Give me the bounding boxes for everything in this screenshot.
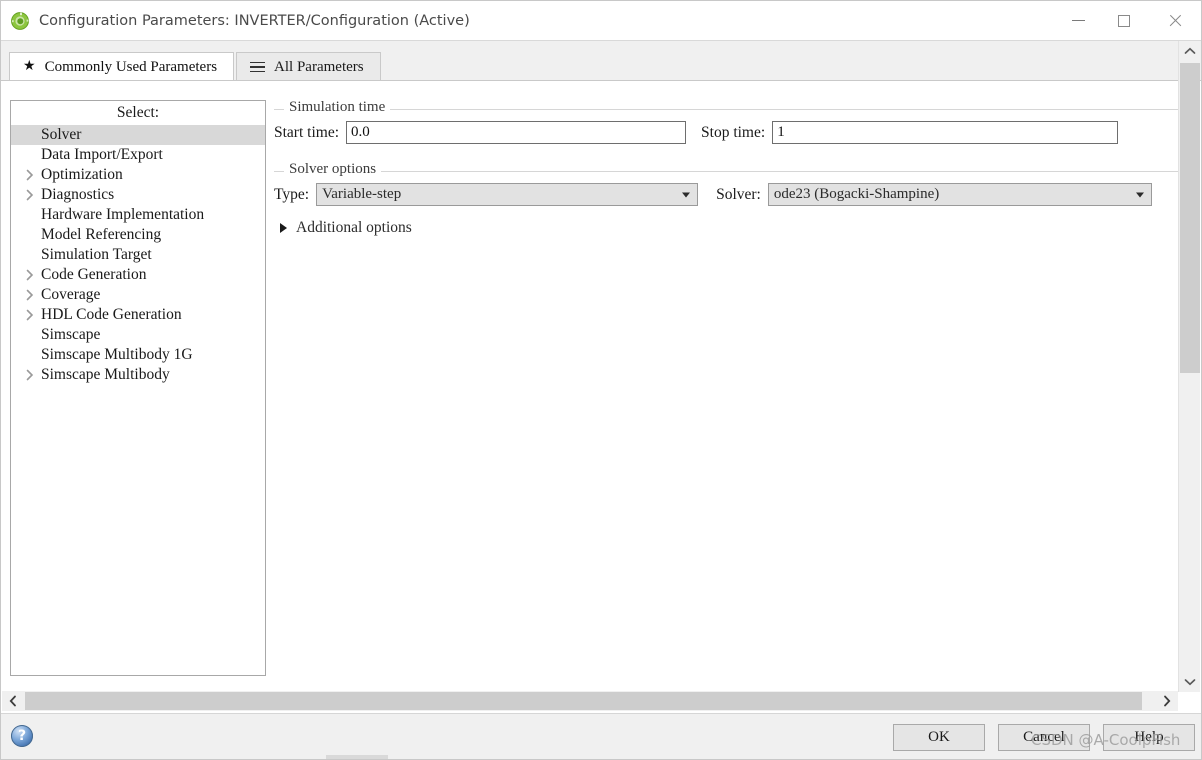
tree-item-label: Diagnostics xyxy=(41,186,115,203)
tree-item-code-generation[interactable]: Code Generation xyxy=(11,265,265,285)
tree-item-data-import-export[interactable]: Data Import/Export xyxy=(11,145,265,165)
tree-item-optimization[interactable]: Optimization xyxy=(11,165,265,185)
tree-item-label: Simscape xyxy=(41,326,101,343)
tree-item-label: Data Import/Export xyxy=(41,146,163,163)
tree-item-hdl-code-generation[interactable]: HDL Code Generation xyxy=(11,305,265,325)
ok-button[interactable]: OK xyxy=(893,724,985,751)
chevron-right-icon[interactable] xyxy=(24,265,36,285)
help-icon[interactable]: ? xyxy=(11,725,33,747)
horizontal-scroll-thumb[interactable] xyxy=(25,692,1142,710)
group-border xyxy=(274,171,1179,172)
additional-options-label: Additional options xyxy=(296,219,412,236)
scroll-left-button[interactable] xyxy=(2,691,24,711)
chevron-right-icon[interactable] xyxy=(24,165,36,185)
tree-item-diagnostics[interactable]: Diagnostics xyxy=(11,185,265,205)
tree-item-label: Model Referencing xyxy=(41,226,162,243)
stop-time-label: Stop time: xyxy=(701,123,766,141)
tree-item-label: Simulation Target xyxy=(41,246,152,263)
tree-item-simulation-target[interactable]: Simulation Target xyxy=(11,245,265,265)
chevron-right-icon[interactable] xyxy=(24,365,36,385)
chevron-down-icon xyxy=(1135,192,1144,197)
chevron-right-icon[interactable] xyxy=(24,285,36,305)
stop-time-input[interactable] xyxy=(772,121,1119,144)
scroll-up-button[interactable] xyxy=(1179,41,1201,61)
configuration-parameters-dialog: Configuration Parameters: INVERTER/Confi… xyxy=(0,0,1202,760)
tab-commonly-used-parameters[interactable]: ★ Commonly Used Parameters xyxy=(9,52,235,81)
group-border xyxy=(274,109,1179,110)
tree-item-coverage[interactable]: Coverage xyxy=(11,285,265,305)
solver-type-label: Type: xyxy=(274,185,310,203)
chevron-right-icon[interactable] xyxy=(24,185,36,205)
maximize-button[interactable] xyxy=(1101,1,1147,40)
tree-header: Select: xyxy=(11,101,265,125)
tree-item-hardware-implementation[interactable]: Hardware Implementation xyxy=(11,205,265,225)
solver-dropdown[interactable]: ode23 (Bogacki-Shampine) xyxy=(767,183,1152,206)
solver-type-value: Variable-step xyxy=(322,186,402,202)
horizontal-scrollbar[interactable] xyxy=(2,691,1178,711)
scroll-right-button[interactable] xyxy=(1156,691,1178,711)
tabs-row: ★ Commonly Used Parameters All Parameter… xyxy=(9,52,381,81)
simulation-time-legend: Simulation time xyxy=(284,100,391,116)
help-button[interactable]: Help xyxy=(1103,724,1195,751)
dialog-footer: ? OK Cancel Help xyxy=(1,713,1201,759)
tree-item-label: HDL Code Generation xyxy=(41,306,182,323)
list-icon xyxy=(250,61,266,73)
tree-item-simscape-multibody[interactable]: Simscape Multibody xyxy=(11,365,265,385)
close-icon xyxy=(1168,13,1183,28)
tree-item-label: Coverage xyxy=(41,286,101,303)
vertical-scroll-thumb[interactable] xyxy=(1180,63,1200,373)
chevron-down-icon xyxy=(682,192,691,197)
cancel-button[interactable]: Cancel xyxy=(998,724,1090,751)
solver-label: Solver: xyxy=(716,185,761,203)
footer-nub xyxy=(326,755,388,759)
simulation-time-row: Start time: Stop time: xyxy=(274,100,1179,144)
tree-item-label: Solver xyxy=(41,126,82,143)
maximize-icon xyxy=(1118,14,1130,27)
solver-options-group: Solver options Type: Variable-step Solve… xyxy=(274,161,1179,206)
minimize-icon xyxy=(1071,20,1085,21)
tree-item-label: Optimization xyxy=(41,166,123,183)
tree-item-solver[interactable]: Solver xyxy=(11,125,265,145)
dialog-body: Select: Solver Data Import/Export Optimi… xyxy=(1,80,1201,694)
tree-item-simscape-multibody-1g[interactable]: Simscape Multibody 1G xyxy=(11,345,265,365)
tab-commonly-used-parameters-label: Commonly Used Parameters xyxy=(44,58,218,75)
tree-item-label: Simscape Multibody xyxy=(41,366,170,383)
tab-strip: ★ Commonly Used Parameters All Parameter… xyxy=(1,40,1201,81)
chevron-right-icon[interactable] xyxy=(24,305,36,325)
triangle-right-icon xyxy=(280,223,287,233)
solver-type-dropdown[interactable]: Variable-step xyxy=(316,183,699,206)
simulink-icon xyxy=(10,11,30,31)
solver-options-row: Type: Variable-step Solver: ode23 (Bogac… xyxy=(274,162,1179,206)
tree-item-model-referencing[interactable]: Model Referencing xyxy=(11,225,265,245)
star-icon: ★ xyxy=(23,59,36,74)
solver-value: ode23 (Bogacki-Shampine) xyxy=(773,186,940,202)
vertical-scrollbar[interactable] xyxy=(1178,41,1200,692)
simulation-time-group: Simulation time Start time: Stop time: xyxy=(274,100,1179,144)
title-bar: Configuration Parameters: INVERTER/Confi… xyxy=(1,1,1201,40)
tree-item-label: Code Generation xyxy=(41,266,147,283)
tab-all-parameters-label: All Parameters xyxy=(274,58,364,75)
close-button[interactable] xyxy=(1147,1,1201,40)
solver-options-legend: Solver options xyxy=(284,161,382,178)
category-tree[interactable]: Select: Solver Data Import/Export Optimi… xyxy=(10,100,266,676)
additional-options-toggle[interactable]: Additional options xyxy=(274,219,1179,237)
tab-all-parameters[interactable]: All Parameters xyxy=(236,52,381,81)
window-title: Configuration Parameters: INVERTER/Confi… xyxy=(39,12,470,29)
scroll-down-button[interactable] xyxy=(1179,672,1201,692)
start-time-label: Start time: xyxy=(274,123,340,141)
window-controls xyxy=(1055,1,1201,40)
minimize-button[interactable] xyxy=(1055,1,1101,40)
dialog-buttons: OK Cancel Help xyxy=(893,724,1195,751)
tree-item-label: Simscape Multibody 1G xyxy=(41,346,193,363)
solver-pane: Simulation time Start time: Stop time: S… xyxy=(274,100,1179,676)
start-time-input[interactable] xyxy=(346,121,687,144)
tree-item-label: Hardware Implementation xyxy=(41,206,205,223)
tree-item-simscape[interactable]: Simscape xyxy=(11,325,265,345)
